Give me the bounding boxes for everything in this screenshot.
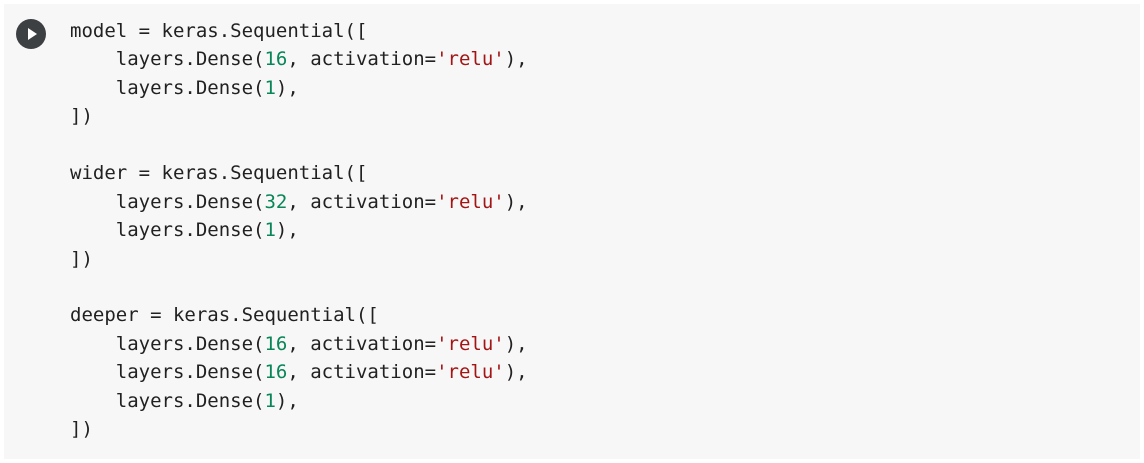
code-token: layers.Dense( (70, 361, 265, 384)
run-cell-button[interactable] (16, 19, 46, 49)
code-line: ]) (70, 245, 528, 273)
code-editor[interactable]: model = keras.Sequential([ layers.Dense(… (70, 17, 528, 444)
code-token: ), (275, 389, 299, 412)
code-token: model = keras.Sequential([ (70, 20, 368, 42)
code-token: , activation= (287, 361, 437, 384)
code-string-literal: 'relu' (436, 48, 505, 71)
code-line: layers.Dense(16, activation='relu'), (70, 45, 528, 73)
code-token: , activation= (287, 332, 437, 355)
code-number-literal: 1 (264, 76, 276, 99)
code-token: ]) (70, 247, 93, 270)
code-token: ]) (70, 105, 93, 128)
code-line: model = keras.Sequential([ (70, 17, 528, 45)
code-line: wider = keras.Sequential([ (70, 159, 528, 187)
code-line: layers.Dense(1), (70, 74, 528, 102)
code-token: , activation= (287, 48, 437, 71)
code-cell[interactable]: model = keras.Sequential([ layers.Dense(… (4, 4, 1140, 459)
code-number-literal: 16 (264, 332, 288, 355)
code-line: deeper = keras.Sequential([ (70, 301, 528, 329)
code-token: layers.Dense( (70, 389, 265, 412)
code-line: layers.Dense(1), (70, 216, 528, 244)
play-icon (28, 28, 37, 40)
code-token: layers.Dense( (70, 332, 265, 355)
code-token: ), (504, 190, 528, 213)
code-number-literal: 16 (264, 48, 288, 71)
code-number-literal: 32 (264, 190, 288, 213)
code-token: layers.Dense( (70, 76, 265, 99)
code-line: ]) (70, 415, 528, 443)
code-token: ), (275, 76, 299, 99)
code-token: ), (504, 332, 528, 355)
code-token: ), (275, 219, 299, 242)
code-string-literal: 'relu' (436, 190, 505, 213)
code-token: layers.Dense( (70, 219, 265, 242)
code-line: layers.Dense(16, activation='relu'), (70, 358, 528, 386)
code-token: , activation= (287, 190, 437, 213)
code-string-literal: 'relu' (436, 361, 505, 384)
code-token: ]) (70, 418, 93, 441)
code-number-literal: 1 (264, 219, 276, 242)
code-string-literal: 'relu' (436, 332, 505, 355)
code-line: ]) (70, 102, 528, 130)
code-line: layers.Dense(1), (70, 387, 528, 415)
code-line: layers.Dense(32, activation='relu'), (70, 188, 528, 216)
code-token: ), (504, 48, 528, 71)
code-token: wider = keras.Sequential([ (70, 162, 368, 185)
code-token: ), (504, 361, 528, 384)
code-number-literal: 1 (264, 389, 276, 412)
code-token: deeper = keras.Sequential([ (70, 304, 379, 327)
code-token: layers.Dense( (70, 48, 265, 71)
code-line: layers.Dense(16, activation='relu'), (70, 330, 528, 358)
code-token: layers.Dense( (70, 190, 265, 213)
code-number-literal: 16 (264, 361, 288, 384)
